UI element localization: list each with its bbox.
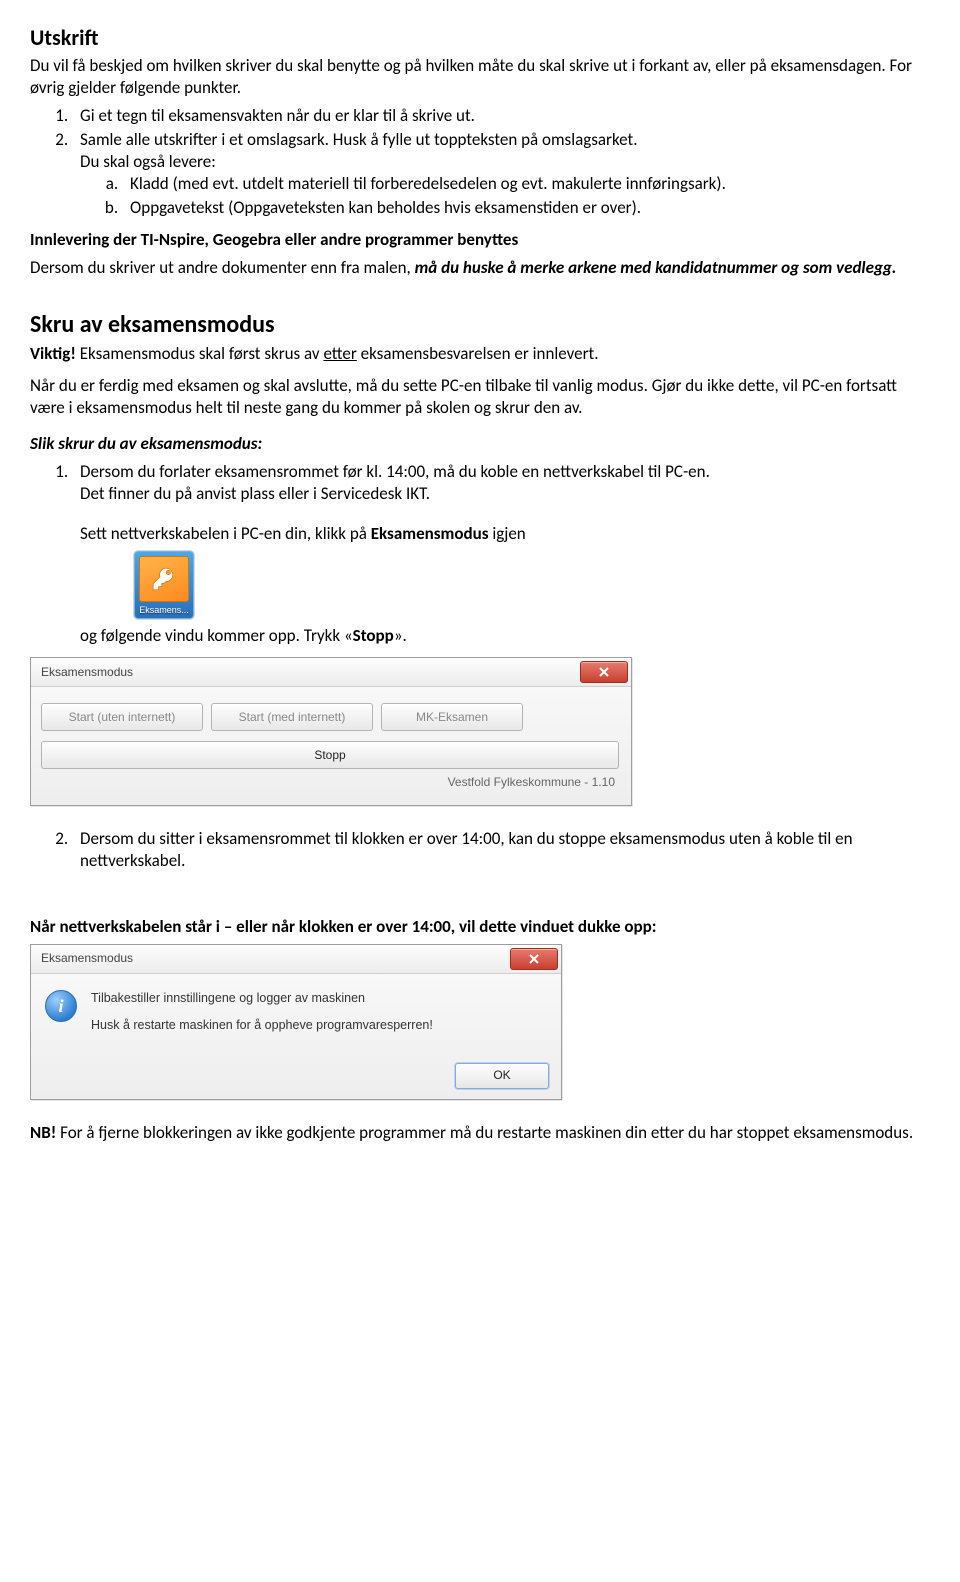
list-item: Dersom du forlater eksamensrommet før kl… <box>72 461 930 647</box>
dialog-title: Eksamensmodus <box>41 665 133 681</box>
dialog-title: Eksamensmodus <box>41 951 133 967</box>
info-dialog: Eksamensmodus i Tilbakestiller innstilli… <box>30 944 562 1100</box>
list-item-text: Samle alle utskrifter i et omslagsark. H… <box>80 129 638 150</box>
close-icon <box>528 953 540 965</box>
text: Stopp <box>353 625 394 646</box>
desktop-icon-wrap: Eksamens... <box>134 551 930 619</box>
dialog-titlebar: Eksamensmodus <box>31 658 631 687</box>
list-item: Dersom du sitter i eksamensrommet til kl… <box>72 828 930 872</box>
paragraph-ferdig: Når du er ferdig med eksamen og skal avs… <box>30 375 930 419</box>
button-row: Start (uten internett) Start (med intern… <box>41 703 621 731</box>
label-nb: NB! <box>30 1122 56 1143</box>
text: og følgende vindu kommer opp. Trykk « <box>80 625 353 646</box>
list-item: Kladd (med evt. utdelt materiell til for… <box>122 173 930 195</box>
text: igjen <box>489 523 526 544</box>
text: ». <box>394 625 407 646</box>
close-button[interactable] <box>580 661 628 683</box>
dialog-text-line: Tilbakestiller innstillingene og logger … <box>91 990 433 1006</box>
heading-skruav: Skru av eksamensmodus <box>30 309 930 340</box>
utskrift-list: Gi et tegn til eksamensvakten når du er … <box>30 105 930 219</box>
slik-heading: Slik skrur du av eksamensmodus: <box>30 433 930 455</box>
text-underline: etter <box>323 343 356 364</box>
text: Eksamensmodus skal først skrus av <box>76 343 324 364</box>
paragraph-nb: NB! For å fjerne blokkeringen av ikke go… <box>30 1122 930 1144</box>
stopp-button[interactable]: Stopp <box>41 741 619 769</box>
text: Eksamensmodus <box>371 523 489 544</box>
list-item: Samle alle utskrifter i et omslagsark. H… <box>72 129 930 219</box>
heading-nettkabel-text: Når nettverkskabelen står i – eller når … <box>30 916 656 937</box>
text-emphasis: må du huske å merke arkene med kandidatn… <box>415 257 897 278</box>
dialog-titlebar: Eksamensmodus <box>31 945 561 974</box>
dialog-footer: OK <box>31 1063 561 1099</box>
close-icon <box>598 666 610 678</box>
vendor-label: Vestfold Fylkeskommune - 1.10 <box>41 769 621 795</box>
close-button[interactable] <box>510 948 558 970</box>
start-med-internett-button[interactable]: Start (med internett) <box>211 703 373 731</box>
text: Dersom du forlater eksamensrommet før kl… <box>80 461 710 482</box>
heading-utskrift: Utskrift <box>30 24 930 53</box>
list-item: Gi et tegn til eksamensvakten når du er … <box>72 105 930 127</box>
text: eksamensbesvarelsen er innlevert. <box>357 343 599 364</box>
dialog-text: Tilbakestiller innstillingene og logger … <box>91 990 433 1043</box>
eksamensmodus-icon[interactable]: Eksamens... <box>134 551 194 619</box>
paragraph-sett-kabel: Sett nettverkskabelen i PC-en din, klikk… <box>80 523 930 545</box>
paragraph-og-folgende: og følgende vindu kommer opp. Trykk «Sto… <box>80 625 930 647</box>
list-item-text: Du skal også levere: <box>80 151 216 172</box>
info-icon: i <box>45 990 77 1022</box>
slik-list-cont: Dersom du sitter i eksamensrommet til kl… <box>30 828 930 872</box>
paragraph-innlevering: Dersom du skriver ut andre dokumenter en… <box>30 257 930 279</box>
desktop-icon-label: Eksamens... <box>135 605 193 617</box>
paragraph-utskrift-intro: Du vil få beskjed om hvilken skriver du … <box>30 55 930 99</box>
text: Sett nettverkskabelen i PC-en din, klikk… <box>80 523 371 544</box>
slik-list: Dersom du forlater eksamensrommet før kl… <box>30 461 930 647</box>
paragraph-viktig: Viktig! Eksamensmodus skal først skrus a… <box>30 343 930 365</box>
text: For å fjerne blokkeringen av ikke godkje… <box>56 1122 913 1143</box>
start-uten-internett-button[interactable]: Start (uten internett) <box>41 703 203 731</box>
heading-nettkabel: Når nettverkskabelen står i – eller når … <box>30 916 930 938</box>
slik-heading-text: Slik skrur du av eksamensmodus: <box>30 433 262 454</box>
ok-button[interactable]: OK <box>455 1063 549 1089</box>
text: Det finner du på anvist plass eller i Se… <box>80 483 430 504</box>
mk-eksamen-button[interactable]: MK-Eksamen <box>381 703 523 731</box>
text: Dersom du skriver ut andre dokumenter en… <box>30 257 415 278</box>
list-item: Oppgavetekst (Oppgaveteksten kan beholde… <box>122 197 930 219</box>
label-viktig: Viktig! <box>30 343 76 364</box>
dialog-body: Start (uten internett) Start (med intern… <box>31 687 631 805</box>
dialog-body: i Tilbakestiller innstillingene og logge… <box>31 974 561 1063</box>
heading-innlevering: Innlevering der TI-Nspire, Geogebra elle… <box>30 229 930 251</box>
sublist: Kladd (med evt. utdelt materiell til for… <box>80 173 930 219</box>
key-icon <box>139 556 189 602</box>
heading-innlevering-text: Innlevering der TI-Nspire, Geogebra elle… <box>30 229 518 250</box>
dialog-text-line: Husk å restarte maskinen for å oppheve p… <box>91 1017 433 1033</box>
eksamensmodus-dialog: Eksamensmodus Start (uten internett) Sta… <box>30 657 632 806</box>
